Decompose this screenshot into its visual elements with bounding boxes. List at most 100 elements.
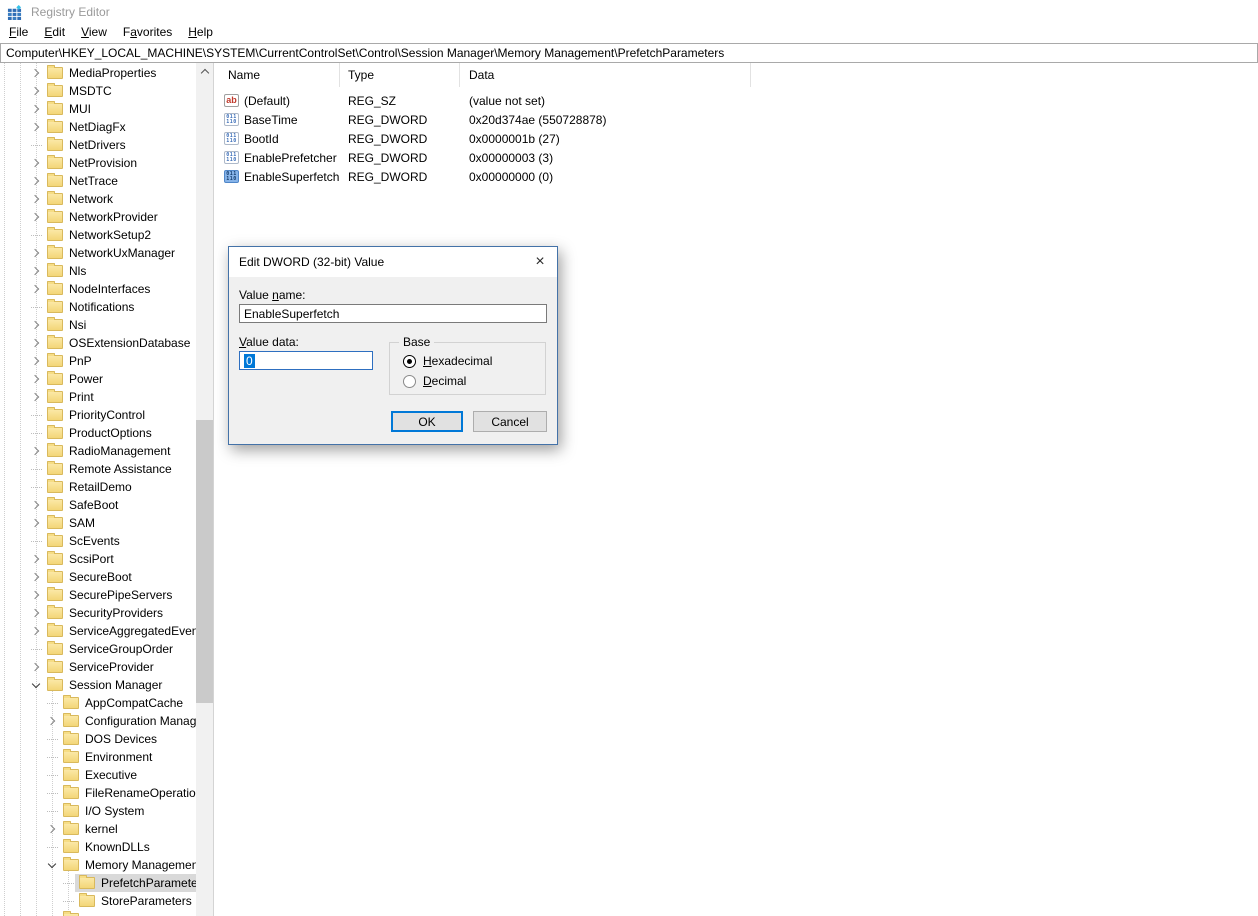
- tree-expander-icon[interactable]: [29, 660, 43, 674]
- tree-item[interactable]: ServiceGroupOrder: [0, 640, 196, 658]
- ok-button[interactable]: OK: [391, 411, 463, 432]
- tree-expander-icon[interactable]: [29, 336, 43, 350]
- tree-item[interactable]: Session Manager: [0, 676, 196, 694]
- menu-favorites[interactable]: Favorites: [115, 24, 180, 41]
- menu-help[interactable]: Help: [180, 24, 221, 41]
- tree-expander-icon[interactable]: [29, 426, 43, 440]
- tree-expander-icon[interactable]: [29, 282, 43, 296]
- tree-item[interactable]: RetailDemo: [0, 478, 196, 496]
- tree-expander-icon[interactable]: [45, 696, 59, 710]
- tree-expander-icon[interactable]: [29, 156, 43, 170]
- tree-expander-icon[interactable]: [29, 462, 43, 476]
- tree-scrollbar[interactable]: [196, 63, 213, 916]
- tree-expander-icon[interactable]: [29, 246, 43, 260]
- tree-expander-icon[interactable]: [45, 804, 59, 818]
- value-data-field[interactable]: 0: [239, 351, 373, 370]
- tree-item[interactable]: Configuration Manager: [0, 712, 196, 730]
- tree-item[interactable]: RadioManagement: [0, 442, 196, 460]
- tree-expander-icon[interactable]: [45, 714, 59, 728]
- tree-item[interactable]: PriorityControl: [0, 406, 196, 424]
- tree-item[interactable]: ServiceAggregatedEvents: [0, 622, 196, 640]
- tree-item[interactable]: ProductOptions: [0, 424, 196, 442]
- tree-item[interactable]: Nls: [0, 262, 196, 280]
- tree-item[interactable]: FileRenameOperations: [0, 784, 196, 802]
- tree-expander-icon[interactable]: [45, 750, 59, 764]
- tree-item[interactable]: AppCompatCache: [0, 694, 196, 712]
- tree-item[interactable]: PnP: [0, 352, 196, 370]
- tree-expander-icon[interactable]: [45, 912, 59, 916]
- tree-expander-icon[interactable]: [29, 318, 43, 332]
- tree-expander-icon[interactable]: [29, 570, 43, 584]
- tree-expander-icon[interactable]: [29, 606, 43, 620]
- tree-item[interactable]: MSDTC: [0, 82, 196, 100]
- value-row[interactable]: EnableSuperfetch REG_DWORD 0x00000000 (0…: [218, 167, 1258, 186]
- tree-expander-icon[interactable]: [29, 552, 43, 566]
- tree-item[interactable]: SAM: [0, 514, 196, 532]
- tree-item[interactable]: Network: [0, 190, 196, 208]
- tree-expander-icon[interactable]: [29, 624, 43, 638]
- tree-expander-icon[interactable]: [29, 444, 43, 458]
- tree-item[interactable]: Power: [0, 370, 196, 388]
- tree-item[interactable]: Nsi: [0, 316, 196, 334]
- tree-item[interactable]: NetDiagFx: [0, 118, 196, 136]
- tree-expander-icon[interactable]: [29, 300, 43, 314]
- tree-expander-icon[interactable]: [29, 390, 43, 404]
- tree-expander-icon[interactable]: [29, 408, 43, 422]
- tree-item[interactable]: NetProvision: [0, 154, 196, 172]
- tree-expander-icon[interactable]: [45, 768, 59, 782]
- tree-item[interactable]: Memory Management: [0, 856, 196, 874]
- tree-expander-icon[interactable]: [29, 516, 43, 530]
- tree-item[interactable]: KnownDLLs: [0, 838, 196, 856]
- tree-expander-icon[interactable]: [29, 228, 43, 242]
- tree-item[interactable]: StoreParameters: [0, 892, 196, 910]
- scroll-up-icon[interactable]: [196, 63, 213, 80]
- tree-item[interactable]: Remote Assistance: [0, 460, 196, 478]
- tree-expander-icon[interactable]: [29, 588, 43, 602]
- tree-item[interactable]: OSExtensionDatabase: [0, 334, 196, 352]
- tree-expander-icon[interactable]: [29, 534, 43, 548]
- close-icon[interactable]: ×: [523, 247, 557, 277]
- tree-expander-icon[interactable]: [61, 894, 75, 908]
- tree-expander-icon[interactable]: [29, 102, 43, 116]
- tree-expander-icon[interactable]: [29, 678, 43, 692]
- tree-item[interactable]: I/O System: [0, 802, 196, 820]
- tree-item[interactable]: NetTrace: [0, 172, 196, 190]
- tree-expander-icon[interactable]: [29, 120, 43, 134]
- tree-item[interactable]: ScEvents: [0, 532, 196, 550]
- tree-expander-icon[interactable]: [29, 264, 43, 278]
- tree-expander-icon[interactable]: [45, 840, 59, 854]
- radio-button-icon[interactable]: [403, 355, 416, 368]
- tree-item[interactable]: DOS Devices: [0, 730, 196, 748]
- value-row[interactable]: BootId REG_DWORD 0x0000001b (27): [218, 129, 1258, 148]
- column-header-name[interactable]: Name: [218, 63, 340, 87]
- tree-expander-icon[interactable]: [61, 876, 75, 890]
- tree-item[interactable]: SafeBoot: [0, 496, 196, 514]
- menu-view[interactable]: View: [73, 24, 115, 41]
- scrollbar-thumb[interactable]: [196, 420, 213, 703]
- tree-item[interactable]: MediaProperties: [0, 64, 196, 82]
- radio-hexadecimal[interactable]: Hexadecimal: [403, 354, 492, 368]
- tree-expander-icon[interactable]: [29, 138, 43, 152]
- tree-expander-icon[interactable]: [45, 786, 59, 800]
- tree-item[interactable]: NetDrivers: [0, 136, 196, 154]
- tree-expander-icon[interactable]: [29, 372, 43, 386]
- tree-expander-icon[interactable]: [29, 84, 43, 98]
- tree-item[interactable]: Executive: [0, 766, 196, 784]
- tree-expander-icon[interactable]: [29, 174, 43, 188]
- tree-expander-icon[interactable]: [29, 354, 43, 368]
- menu-edit[interactable]: Edit: [36, 24, 73, 41]
- tree-item[interactable]: [0, 910, 196, 916]
- tree-item[interactable]: NodeInterfaces: [0, 280, 196, 298]
- tree-expander-icon[interactable]: [29, 66, 43, 80]
- tree-item[interactable]: SecurityProviders: [0, 604, 196, 622]
- tree-item[interactable]: ScsiPort: [0, 550, 196, 568]
- value-row[interactable]: EnablePrefetcher REG_DWORD 0x00000003 (3…: [218, 148, 1258, 167]
- radio-decimal[interactable]: Decimal: [403, 374, 466, 388]
- column-header-data[interactable]: Data: [460, 63, 751, 87]
- value-row[interactable]: BaseTime REG_DWORD 0x20d374ae (550728878…: [218, 110, 1258, 129]
- tree-item[interactable]: NetworkUxManager: [0, 244, 196, 262]
- tree-item[interactable]: PrefetchParameters: [0, 874, 196, 892]
- radio-button-icon[interactable]: [403, 375, 416, 388]
- value-name-field[interactable]: EnableSuperfetch: [239, 304, 547, 323]
- tree-expander-icon[interactable]: [45, 858, 59, 872]
